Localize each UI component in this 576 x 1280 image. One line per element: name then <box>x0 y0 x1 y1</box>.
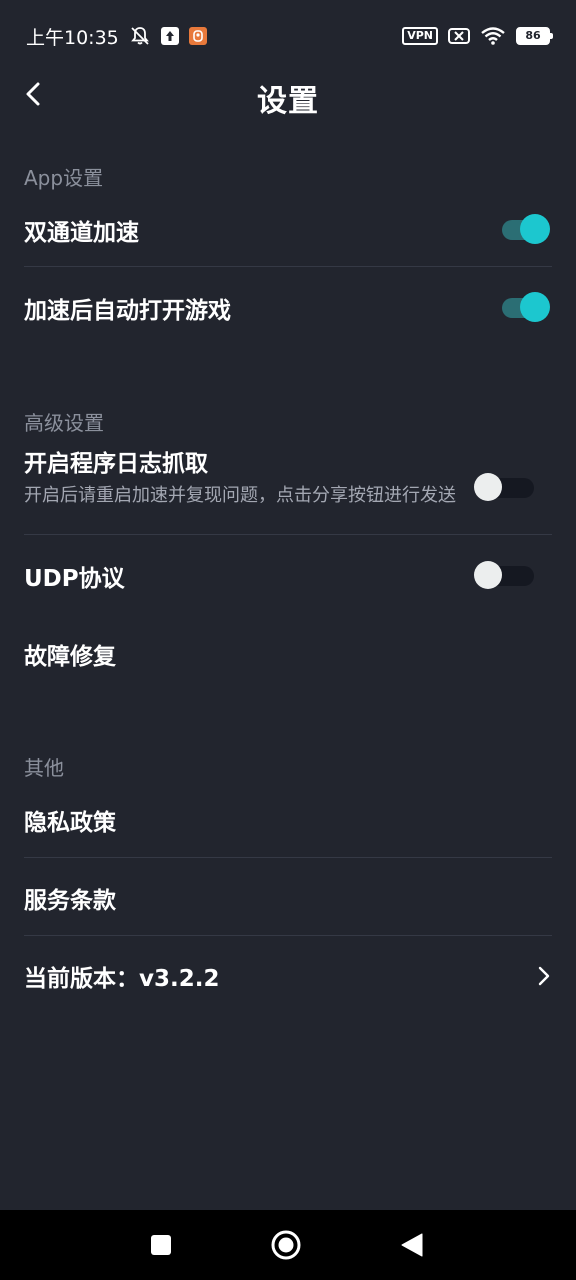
setting-title: 服务条款 <box>24 888 116 914</box>
system-nav-bar <box>0 1210 576 1280</box>
setting-subtitle: 开启后请重启加速并复现问题，点击分享按钮进行发送 <box>24 485 456 506</box>
top-app-bar: 设置 <box>0 72 576 120</box>
home-circle-icon <box>271 1230 301 1260</box>
battery-indicator: 86 <box>516 27 553 45</box>
status-time: 上午10:35 <box>26 26 119 49</box>
vpn-badge: VPN <box>402 27 438 45</box>
setting-title: 当前版本：v3.2.2 <box>24 966 220 992</box>
setting-title: 加速后自动打开游戏 <box>24 298 231 324</box>
setting-auto-open-game[interactable]: 加速后自动打开游戏 <box>24 288 552 328</box>
status-left: 上午10:35 <box>26 23 207 50</box>
divider <box>24 534 552 535</box>
recents-button[interactable] <box>145 1229 177 1261</box>
status-bar: 上午10:35 VPN 86 <box>0 0 576 72</box>
section-label-app: App设置 <box>24 166 104 190</box>
section-label-advanced: 高级设置 <box>24 411 104 435</box>
setting-title: UDP协议 <box>24 566 125 592</box>
log-capture-toggle[interactable] <box>474 473 536 501</box>
wifi-icon <box>480 26 506 46</box>
section-label-other: 其他 <box>24 756 64 780</box>
upload-icon <box>160 27 179 45</box>
divider <box>24 857 552 858</box>
divider <box>24 266 552 267</box>
sim-no-signal-icon <box>448 27 470 45</box>
bell-muted-icon <box>129 25 151 47</box>
udp-protocol-toggle[interactable] <box>474 561 536 589</box>
setting-terms-of-service[interactable]: 服务条款 <box>24 878 552 918</box>
setting-title: 隐私政策 <box>24 810 116 836</box>
setting-privacy-policy[interactable]: 隐私政策 <box>24 800 552 840</box>
app-notification-icon <box>188 27 207 45</box>
divider <box>24 935 552 936</box>
setting-title: 开启程序日志抓取 <box>24 451 208 477</box>
setting-title: 双通道加速 <box>24 220 139 246</box>
setting-current-version[interactable]: 当前版本：v3.2.2 <box>24 956 552 996</box>
setting-log-capture[interactable]: 开启程序日志抓取 开启后请重启加速并复现问题，点击分享按钮进行发送 <box>24 444 552 534</box>
square-icon <box>151 1235 171 1255</box>
setting-dual-channel[interactable]: 双通道加速 <box>24 210 552 250</box>
setting-text-group: 开启程序日志抓取 开启后请重启加速并复现问题，点击分享按钮进行发送 <box>24 444 464 510</box>
home-button[interactable] <box>270 1229 302 1261</box>
setting-title: 故障修复 <box>24 644 116 670</box>
setting-fault-repair[interactable]: 故障修复 <box>24 634 552 674</box>
chevron-right-icon <box>538 966 550 986</box>
triangle-back-icon <box>401 1233 423 1257</box>
status-right: VPN 86 <box>402 26 553 46</box>
page-title: 设置 <box>257 84 319 119</box>
back-nav-button[interactable] <box>396 1229 428 1261</box>
setting-udp-protocol[interactable]: UDP协议 <box>24 556 552 596</box>
dual-channel-toggle[interactable] <box>502 214 552 244</box>
settings-screen: 上午10:35 VPN 86 设置 App设置 双通道加速 加速后自动打开游戏 … <box>0 0 576 1280</box>
auto-open-game-toggle[interactable] <box>502 292 552 322</box>
